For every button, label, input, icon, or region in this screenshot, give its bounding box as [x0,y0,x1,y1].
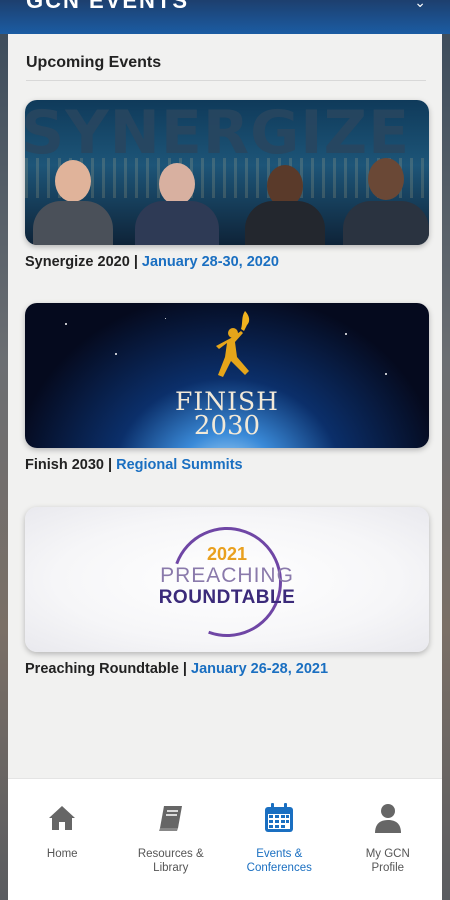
speaker-photo [343,150,429,245]
nav-label: Home [46,848,78,860]
nav-events-conferences[interactable]: Events & Conferences [229,779,329,900]
background-edge-right [442,0,450,900]
banner-line1: PREACHING [160,564,294,587]
banner-year: 2030 [193,411,261,441]
background-edge-left [0,0,8,900]
star [65,323,67,325]
event-name: Preaching Roundtable [25,661,179,677]
app-header: GCN EVENTS ⌄ [0,0,450,34]
event-name: Synergize 2020 [25,254,130,270]
caption-separator: | [178,661,192,677]
banner-year: 2021 [206,544,248,564]
event-name: Finish 2030 [25,457,104,473]
nav-home[interactable]: Home [12,779,112,900]
event-date: January 26-28, 2021 [191,661,329,677]
nav-label: Events & Conferences [246,848,312,874]
nav-label: My GCN Profile [365,848,410,874]
speaker-photo [245,155,325,245]
speaker-photo [33,150,113,245]
book-icon [154,801,188,835]
star [165,318,166,319]
torch-runner-icon [216,311,250,377]
event-date: Regional Summits [116,457,243,473]
banner-line2: ROUNDTABLE [158,587,296,608]
event-caption[interactable]: Preaching Roundtable | January 26-28, 20… [25,661,328,677]
app-title: GCN EVENTS [26,0,190,13]
person-icon [371,801,405,835]
home-icon [45,801,79,835]
star [345,333,347,335]
star [385,373,387,375]
event-caption[interactable]: Finish 2030 | Regional Summits [25,457,243,473]
divider [26,80,426,81]
nav-my-gcn-profile[interactable]: My GCN Profile [338,779,438,900]
events-panel: Upcoming Events SYNERGIZE Synergize 2020… [8,34,442,778]
caption-separator: | [129,254,142,270]
event-caption[interactable]: Synergize 2020 | January 28-30, 2020 [25,254,279,270]
chevron-down-icon[interactable]: ⌄ [414,0,426,11]
caption-separator: | [103,457,117,473]
section-title: Upcoming Events [26,54,162,71]
calendar-icon [262,801,296,835]
star [115,353,117,355]
bottom-navigation: Home Resources & Library Events & Confer… [8,778,442,900]
event-date: January 28-30, 2020 [141,254,279,270]
event-banner-preaching-roundtable[interactable]: 2021 PREACHING ROUNDTABLE [25,507,429,652]
event-banner-finish-2030[interactable]: FINISH 2030 [25,303,429,448]
event-banner-synergize[interactable]: SYNERGIZE [25,100,429,245]
nav-resources-library[interactable]: Resources & Library [121,779,221,900]
speaker-photo [135,155,219,245]
nav-label: Resources & Library [137,848,204,874]
